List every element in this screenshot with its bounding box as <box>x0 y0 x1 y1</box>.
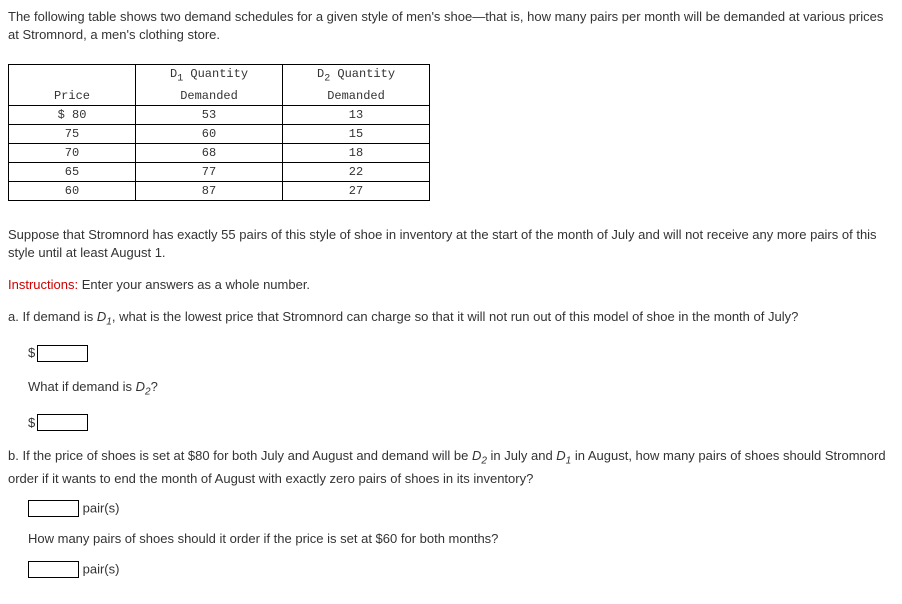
input-line-a1: $ <box>28 345 894 362</box>
answer-b1-input[interactable] <box>28 500 79 517</box>
pairs-label: pair(s) <box>83 501 120 516</box>
dollar-sign: $ <box>28 415 35 430</box>
cell-d2: 27 <box>283 181 430 200</box>
table-row: $ 80 53 13 <box>9 105 430 124</box>
instructions-label: Instructions: <box>8 277 78 292</box>
qa-text2: , what is the lowest price that Stromnor… <box>112 309 798 324</box>
header-d2-top: D2 Quantity <box>283 65 430 87</box>
cell-price: 60 <box>9 181 136 200</box>
paragraph-setup: Suppose that Stromnord has exactly 55 pa… <box>8 226 894 262</box>
dollar-sign: $ <box>28 345 35 360</box>
cell-d1: 87 <box>136 181 283 200</box>
qb-text2: in July and <box>487 448 556 463</box>
answer-b2-input[interactable] <box>28 561 79 578</box>
input-line-b2: pair(s) <box>28 561 894 578</box>
header-price: Price <box>9 65 136 105</box>
qb-text1: b. If the price of shoes is set at $80 f… <box>8 448 472 463</box>
table-row: 60 87 27 <box>9 181 430 200</box>
question-b: b. If the price of shoes is set at $80 f… <box>8 446 894 488</box>
instructions: Instructions: Enter your answers as a wh… <box>8 277 894 292</box>
whatif-d2: D2 <box>136 379 151 394</box>
answer-a2-input[interactable] <box>37 414 88 431</box>
table-row: 75 60 15 <box>9 124 430 143</box>
cell-d2: 13 <box>283 105 430 124</box>
cell-d1: 77 <box>136 162 283 181</box>
header-d1-bottom: Demanded <box>136 87 283 106</box>
whatif-text2: ? <box>151 379 158 394</box>
qa-d1: D1 <box>97 309 112 324</box>
whatif-text1: What if demand is <box>28 379 136 394</box>
cell-d1: 68 <box>136 143 283 162</box>
cell-price: 70 <box>9 143 136 162</box>
answer-a1-input[interactable] <box>37 345 88 362</box>
input-line-a2: $ <box>28 414 894 431</box>
cell-price: $ 80 <box>9 105 136 124</box>
cell-d2: 15 <box>283 124 430 143</box>
intro-text: The following table shows two demand sch… <box>8 8 894 44</box>
cell-d2: 18 <box>283 143 430 162</box>
cell-price: 65 <box>9 162 136 181</box>
cell-d1: 53 <box>136 105 283 124</box>
pairs-label: pair(s) <box>83 561 120 576</box>
cell-price: 75 <box>9 124 136 143</box>
qb-d2: D2 <box>472 448 487 463</box>
table-row: 70 68 18 <box>9 143 430 162</box>
question-a: a. If demand is D1, what is the lowest p… <box>8 307 894 330</box>
table-row: 65 77 22 <box>9 162 430 181</box>
instructions-text: Enter your answers as a whole number. <box>78 277 310 292</box>
demand-table: Price D1 Quantity D2 Quantity Demanded D… <box>8 64 430 200</box>
header-d2-bottom: Demanded <box>283 87 430 106</box>
input-line-b1: pair(s) <box>28 500 894 517</box>
question-a-d2: What if demand is D2? <box>28 377 894 400</box>
qb-d1: D1 <box>556 448 571 463</box>
question-b2: How many pairs of shoes should it order … <box>28 529 894 549</box>
qa-text1: a. If demand is <box>8 309 97 324</box>
cell-d2: 22 <box>283 162 430 181</box>
header-d1-top: D1 Quantity <box>136 65 283 87</box>
cell-d1: 60 <box>136 124 283 143</box>
